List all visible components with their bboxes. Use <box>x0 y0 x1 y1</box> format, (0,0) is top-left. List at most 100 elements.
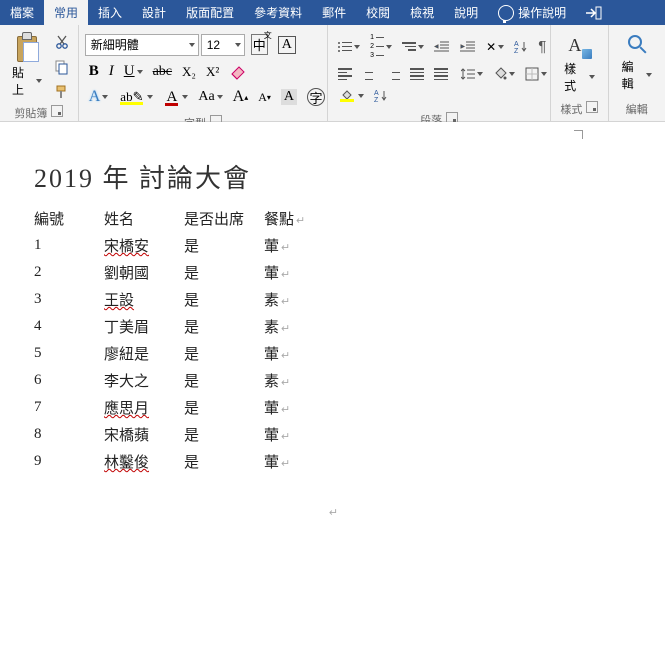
attendee-table: 編號姓名是否出席餐點↵ 1宋橋安是葷↵2劉朝國是葷↵3王設是素↵4丁美眉是素↵5… <box>34 205 314 475</box>
svg-text:A: A <box>374 90 379 97</box>
highlight-button[interactable]: ab✎ <box>114 86 157 108</box>
styles-label: 樣式 <box>564 60 586 94</box>
chevron-down-icon <box>354 45 360 49</box>
cut-button[interactable] <box>50 31 74 53</box>
tab-review[interactable]: 校閱 <box>356 0 400 25</box>
clipboard-group-label: 剪貼簿 <box>14 105 47 121</box>
increase-indent-button[interactable] <box>456 37 480 57</box>
underline-button[interactable]: U <box>120 60 147 83</box>
multilevel-button[interactable] <box>398 39 428 54</box>
numbering-button[interactable]: 123 <box>366 31 396 62</box>
char-shading-button[interactable]: A <box>277 86 301 108</box>
editing-button[interactable]: 編輯 <box>613 27 661 99</box>
shading-color-button[interactable] <box>334 87 368 105</box>
tab-design[interactable]: 設計 <box>132 0 176 25</box>
align-center-icon <box>362 68 376 80</box>
bold-button[interactable]: B <box>85 60 103 83</box>
tab-home[interactable]: 常用 <box>44 0 88 25</box>
bucket-icon <box>493 67 507 81</box>
share-button[interactable] <box>576 0 612 25</box>
clear-format-button[interactable] <box>225 61 251 83</box>
subscript-icon: X₂ <box>182 64 196 80</box>
chevron-down-icon <box>137 70 143 74</box>
indent-icon <box>460 40 476 54</box>
show-marks-button[interactable]: ¶ <box>534 35 550 58</box>
subscript-button[interactable]: X₂ <box>178 61 200 83</box>
tab-mailings[interactable]: 郵件 <box>312 0 356 25</box>
cell-name: 李大之 <box>104 367 184 394</box>
text-effects-icon: A <box>89 88 101 106</box>
cell-meal: 葷↵ <box>264 340 314 367</box>
tab-references[interactable]: 參考資料 <box>244 0 312 25</box>
change-case-button[interactable]: Aa <box>194 86 226 108</box>
table-header: 餐點↵ <box>264 205 314 232</box>
align-justify-button[interactable] <box>406 65 428 83</box>
bullets-button[interactable] <box>334 39 364 55</box>
align-right-button[interactable] <box>382 65 404 83</box>
shading-button[interactable] <box>489 64 519 84</box>
enclose-char-button[interactable]: 字 <box>303 85 329 109</box>
sort-az-button[interactable]: AZ <box>370 86 392 106</box>
align-distribute-button[interactable] <box>430 65 452 83</box>
change-case-icon: Aa <box>198 89 214 105</box>
styles-button[interactable]: A 樣式 <box>555 27 603 99</box>
font-size-input[interactable] <box>205 37 235 53</box>
styles-launcher[interactable] <box>586 101 598 113</box>
table-row: 7應思月是葷↵ <box>34 394 314 421</box>
shrink-font-button[interactable]: A▾ <box>254 87 275 108</box>
format-painter-button[interactable] <box>50 81 74 103</box>
document-title: 2019 年 討論大會 <box>34 158 631 195</box>
font-color-button[interactable]: A <box>159 86 192 109</box>
cell-attend: 是 <box>184 448 264 475</box>
font-family-input[interactable] <box>89 37 189 53</box>
cell-num: 6 <box>34 367 104 394</box>
tab-help[interactable]: 說明 <box>444 0 488 25</box>
shading-color-icon <box>338 90 356 102</box>
tab-view[interactable]: 檢視 <box>400 0 444 25</box>
superscript-button[interactable]: X² <box>202 61 223 83</box>
asian-layout-button[interactable]: ✕ <box>482 37 508 57</box>
tab-tell-me[interactable]: 操作說明 <box>488 0 576 25</box>
paste-button[interactable]: 貼上 <box>8 29 46 101</box>
line-spacing-button[interactable] <box>457 64 487 84</box>
tab-insert[interactable]: 插入 <box>88 0 132 25</box>
chevron-down-icon <box>182 95 188 99</box>
line-spacing-icon <box>461 67 475 81</box>
strikethrough-button[interactable]: abc <box>149 61 176 83</box>
scissors-icon <box>54 34 70 50</box>
sort-button[interactable]: AZ <box>510 37 532 57</box>
font-size-combo[interactable] <box>201 34 245 56</box>
copy-button[interactable] <box>50 56 74 78</box>
italic-icon: I <box>109 63 114 80</box>
cell-num: 3 <box>34 286 104 313</box>
clipboard-launcher[interactable] <box>51 105 63 117</box>
cell-meal: 葷↵ <box>264 421 314 448</box>
cell-attend: 是 <box>184 394 264 421</box>
cell-meal: 葷↵ <box>264 232 314 259</box>
align-center-button[interactable] <box>358 65 380 83</box>
cell-attend: 是 <box>184 340 264 367</box>
paragraph-mark-icon: ↵ <box>329 507 338 519</box>
tab-file[interactable]: 檔案 <box>0 0 44 25</box>
text-effects-button[interactable]: A <box>85 85 113 109</box>
decrease-indent-button[interactable] <box>430 37 454 57</box>
grow-font-button[interactable]: A▴ <box>229 85 253 109</box>
table-row: 9林鑿俊是葷↵ <box>34 448 314 475</box>
cell-num: 8 <box>34 421 104 448</box>
char-border-button[interactable]: A <box>274 33 300 57</box>
chevron-down-icon <box>189 43 195 47</box>
table-header: 姓名 <box>104 205 184 232</box>
lightbulb-icon <box>498 5 514 21</box>
tab-layout[interactable]: 版面配置 <box>176 0 244 25</box>
document-page[interactable]: 2019 年 討論大會 編號姓名是否出席餐點↵ 1宋橋安是葷↵2劉朝國是葷↵3王… <box>0 142 665 535</box>
italic-button[interactable]: I <box>105 60 118 83</box>
chevron-down-icon <box>589 75 595 79</box>
ruler-area <box>0 122 665 142</box>
borders-button[interactable] <box>521 64 551 84</box>
format-painter-icon <box>54 84 70 100</box>
styles-group-label: 樣式 <box>560 101 582 117</box>
font-family-combo[interactable] <box>85 34 199 56</box>
phonetic-guide-button[interactable]: 中 文 <box>247 31 272 58</box>
share-icon <box>586 6 602 20</box>
align-left-button[interactable] <box>334 65 356 83</box>
